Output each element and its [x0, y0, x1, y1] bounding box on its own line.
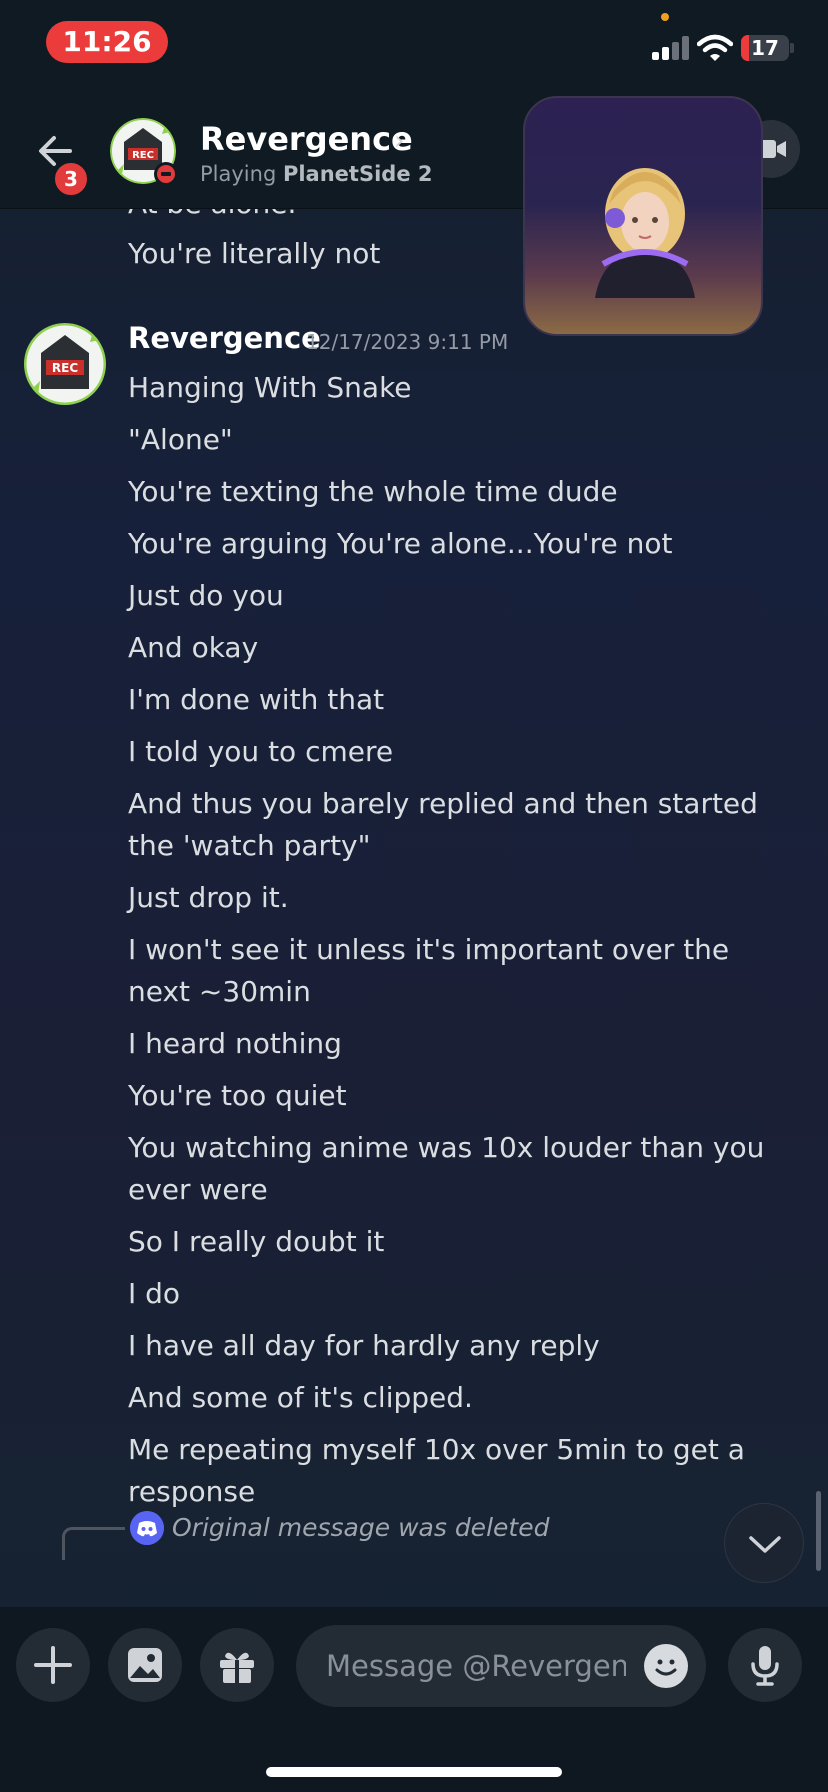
message-line: So I really doubt it	[128, 1225, 385, 1258]
message-group: Hanging With Snake "Alone" You're texting …	[128, 367, 800, 1523]
message-line: "Alone"	[128, 423, 233, 456]
contact-name[interactable]: Revergence	[200, 120, 413, 158]
message-line: And some of it's clipped.	[128, 1381, 473, 1414]
activity-game: PlanetSide 2	[282, 162, 433, 186]
message-line: And okay	[128, 631, 259, 664]
dnd-status-icon	[154, 162, 178, 186]
microphone-icon	[751, 1646, 779, 1686]
plus-icon	[34, 1646, 72, 1684]
message-feed[interactable]: At be alone. You're literally not REC Re…	[0, 209, 828, 1607]
gift-icon	[220, 1652, 254, 1683]
message-author[interactable]: Revergence	[128, 321, 321, 355]
message-line: Just do you	[128, 579, 284, 612]
character-portrait-image	[595, 168, 695, 298]
avatar-logo-text: REC	[132, 150, 154, 161]
message-line: You're arguing You're alone...You're not	[128, 527, 673, 560]
gift-button[interactable]	[200, 1628, 274, 1702]
emoji-face	[655, 1659, 677, 1676]
battery-tip	[790, 43, 794, 53]
avatar-logo-text: REC	[52, 361, 78, 375]
message-line: You watching anime was 10x louder than y…	[128, 1131, 765, 1206]
mic-in-use-indicator	[661, 13, 669, 21]
unread-badge: 3	[52, 160, 90, 198]
message-line: I heard nothing	[128, 1027, 342, 1060]
add-attachment-button[interactable]	[16, 1628, 90, 1702]
image-icon	[128, 1648, 162, 1682]
discord-logo-icon	[130, 1511, 164, 1545]
author-avatar[interactable]: REC	[24, 323, 106, 405]
message-timestamp: 12/17/2023 9:11 PM	[306, 330, 509, 354]
wifi-icon	[697, 34, 733, 61]
picture-in-picture-window[interactable]	[523, 96, 763, 336]
chevron-right-icon[interactable]: ›	[394, 126, 404, 156]
message-line: I'm done with that	[128, 683, 385, 716]
reply-connector	[62, 1527, 125, 1560]
scrollbar[interactable]	[816, 1491, 821, 1571]
message-line: Just drop it.	[128, 881, 289, 914]
home-indicator[interactable]	[266, 1767, 562, 1777]
cellular-signal-icon	[652, 36, 690, 60]
message-line: And thus you barely replied and then sta…	[128, 787, 758, 862]
reply-preview-text: Original message was deleted	[172, 1513, 550, 1542]
battery-icon: 17	[741, 35, 789, 61]
message-line: You're texting the whole time dude	[128, 475, 618, 508]
recording-time-pill[interactable]: 11:26	[46, 21, 168, 63]
message-line: I won't see it unless it's important ove…	[128, 933, 730, 1008]
jump-to-bottom-button[interactable]	[724, 1503, 804, 1583]
message-line: Hanging With Snake	[128, 371, 412, 404]
battery-percent: 17	[751, 36, 779, 60]
status-bar: 11:26 17	[0, 0, 828, 90]
voice-message-button[interactable]	[728, 1628, 802, 1702]
message-line: Me repeating myself 10x over 5min to get…	[128, 1433, 745, 1508]
activity-prefix: Playing	[200, 162, 277, 186]
chevron-down-icon	[749, 1536, 781, 1553]
gallery-button[interactable]	[108, 1628, 182, 1702]
reply-preview[interactable]: Original message was deleted	[62, 1511, 662, 1571]
message-line: You're too quiet	[128, 1079, 347, 1112]
message-line: I have all day for hardly any reply	[128, 1329, 600, 1362]
message-line: I do	[128, 1277, 181, 1310]
message-line: I told you to cmere	[128, 735, 394, 768]
emoji-icon[interactable]	[644, 1644, 688, 1688]
activity-status: Playing PlanetSide 2	[200, 162, 432, 186]
